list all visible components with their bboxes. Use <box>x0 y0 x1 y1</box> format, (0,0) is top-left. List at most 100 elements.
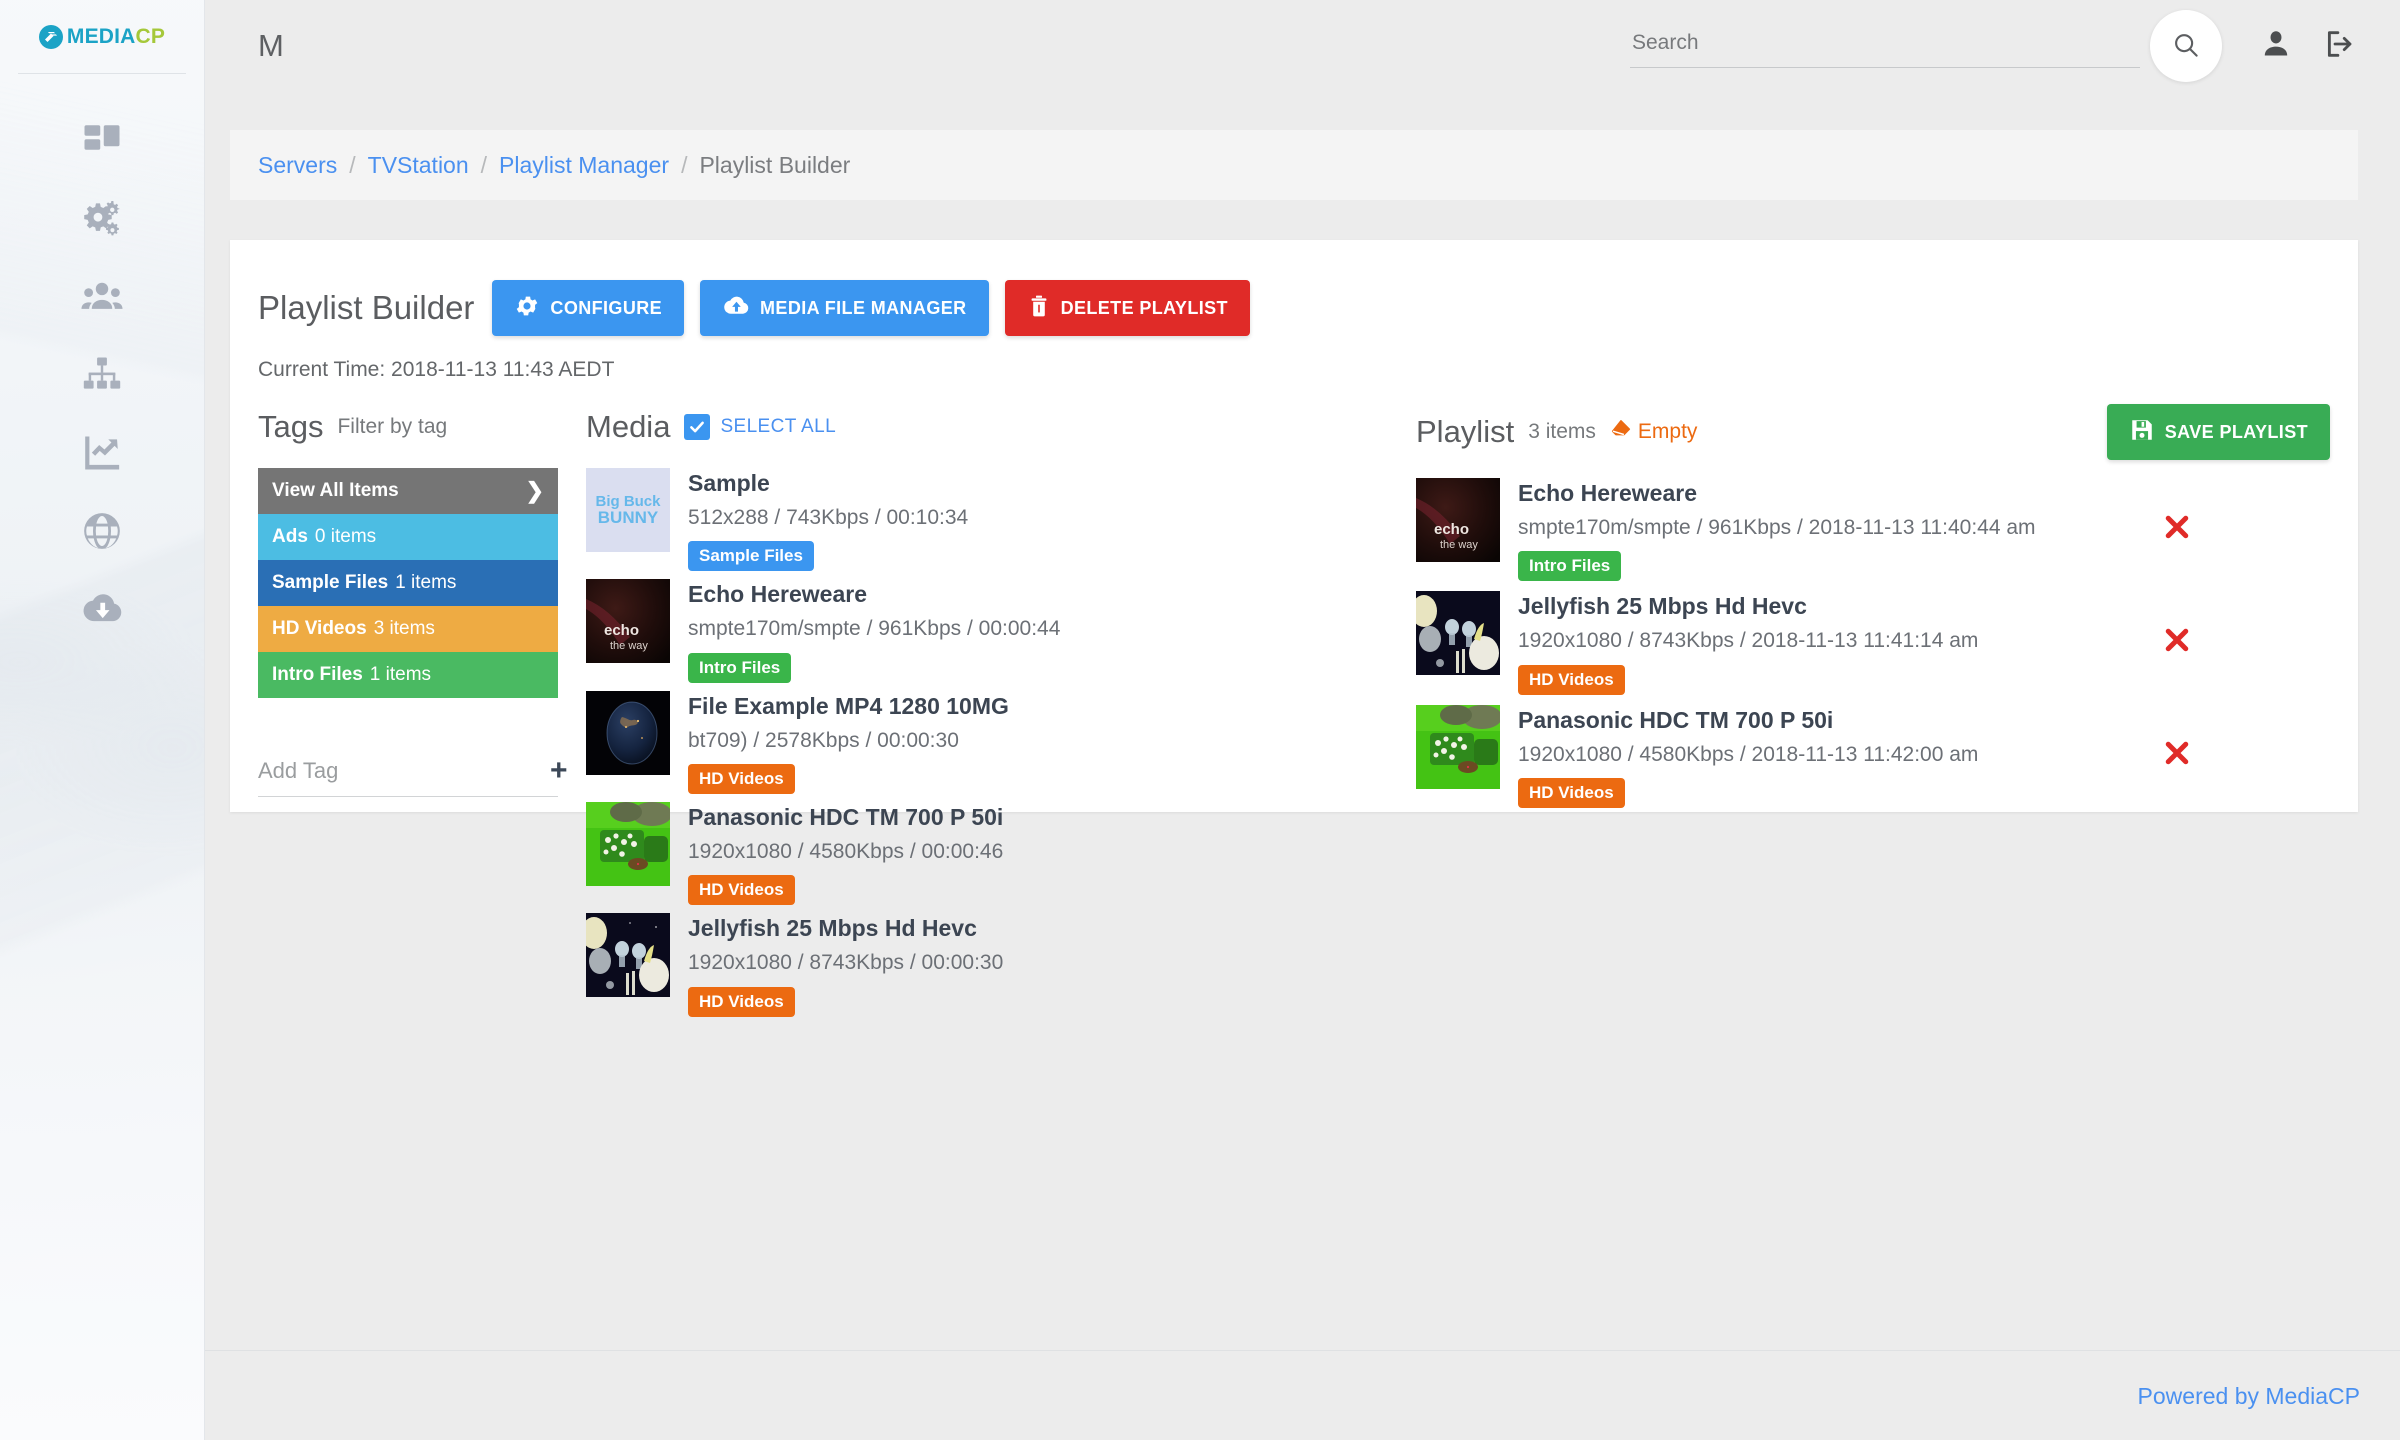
media-item-title: Echo Hereweare <box>688 581 867 608</box>
svg-text:the way: the way <box>1440 539 1478 551</box>
configure-button-label: CONFIGURE <box>550 297 663 318</box>
delete-playlist-button[interactable]: DELETE PLAYLIST <box>1004 280 1250 336</box>
media-list-item[interactable]: echo the way Echo Hereweare smpte170m/sm… <box>586 579 1388 683</box>
tag-count: 1 items <box>369 664 432 685</box>
sidebar-item-servers[interactable] <box>0 336 204 414</box>
chevron-right-icon: ❯ <box>525 478 544 503</box>
sidebar-item-downloads[interactable] <box>0 570 204 648</box>
profile-button[interactable] <box>2244 14 2308 78</box>
delete-playlist-button-label: DELETE PLAYLIST <box>1060 297 1228 318</box>
media-list-item[interactable]: Panasonic HDC TM 700 P 50i 1920x1080 / 4… <box>586 802 1388 906</box>
tag-view-all-items[interactable]: View All Items ❯ <box>258 468 558 514</box>
sidebar-item-users[interactable] <box>0 258 204 336</box>
svg-text:echo: echo <box>1434 521 1469 538</box>
media-item-meta: 1920x1080 / 8743Kbps / 00:00:30 <box>688 951 1004 975</box>
playlist-item-tag[interactable]: HD Videos <box>1518 664 1625 695</box>
users-group-icon <box>80 275 124 319</box>
footer-divider <box>205 1350 2400 1351</box>
media-list-item[interactable]: Big Buck BUNNY Sample 512x288 / 743Kbps … <box>586 468 1388 572</box>
tag-name: Sample Files <box>272 572 389 593</box>
sidebar-item-statistics[interactable] <box>0 414 204 492</box>
playlist-column: Playlist 3 items Empty SAVE PLAYLIST ech… <box>1388 404 2330 1025</box>
tag-name: Intro Files <box>272 664 363 685</box>
media-item-meta: 1920x1080 / 4580Kbps / 00:00:46 <box>688 840 1004 864</box>
breadcrumb: Servers / TVStation / Playlist Manager /… <box>230 130 2358 200</box>
playlist-item-tag[interactable]: Intro Files <box>1518 551 1622 582</box>
playlist-list-item[interactable]: echo the way Echo Hereweare smpte170m/sm… <box>1416 478 2330 582</box>
media-item-tag[interactable]: HD Videos <box>688 764 795 795</box>
tag-item-sample-files[interactable]: Sample Files 1 items <box>258 560 558 606</box>
playlist-item-title: Jellyfish 25 Mbps Hd Hevc <box>1518 593 1807 620</box>
sidebar-item-network[interactable] <box>0 492 204 570</box>
media-item-tag[interactable]: HD Videos <box>688 986 795 1017</box>
media-item-tag[interactable]: Sample Files <box>688 541 814 572</box>
remove-playlist-item-button[interactable] <box>2154 625 2200 661</box>
tags-subheading: Filter by tag <box>337 415 448 438</box>
playlist-item-meta: 1920x1080 / 4580Kbps / 2018-11-13 11:42:… <box>1518 742 1979 766</box>
empty-playlist-button[interactable]: Empty <box>1610 418 1697 446</box>
tag-name: HD Videos <box>272 618 367 639</box>
sidebar-item-dashboard[interactable] <box>0 102 204 180</box>
breadcrumb-separator: / <box>681 151 688 178</box>
trash-icon <box>1027 293 1051 324</box>
svg-text:echo: echo <box>604 622 639 639</box>
mediacp-logo-icon <box>38 24 63 49</box>
mushrooms-grass-thumbnail <box>1416 704 1500 789</box>
media-item-meta: 512x288 / 743Kbps / 00:10:34 <box>688 506 969 529</box>
svg-text:the way: the way <box>610 640 648 652</box>
tag-count: 3 items <box>373 618 435 639</box>
media-list-item[interactable]: Jellyfish 25 Mbps Hd Hevc 1920x1080 / 87… <box>586 913 1388 1017</box>
jellyfish-thumbnail <box>586 913 670 998</box>
playlist-builder-card: Playlist Builder CONFIGURE MEDIA FILE MA… <box>230 240 2358 1017</box>
chart-line-up-icon <box>81 432 123 474</box>
media-file-manager-button[interactable]: MEDIA FILE MANAGER <box>700 280 989 336</box>
dashboard-grid-icon <box>81 120 123 162</box>
card-header: Playlist Builder CONFIGURE MEDIA FILE MA… <box>230 240 2358 336</box>
remove-playlist-item-button[interactable] <box>2154 738 2200 774</box>
powered-by-link[interactable]: Powered by MediaCP <box>2138 1383 2360 1410</box>
logout-button[interactable] <box>2308 14 2372 78</box>
sitemap-hierarchy-icon <box>81 354 123 396</box>
cloud-download-icon <box>80 587 124 631</box>
user-icon <box>2260 28 2292 65</box>
search-input[interactable] <box>1630 24 2140 68</box>
media-file-manager-button-label: MEDIA FILE MANAGER <box>760 297 967 318</box>
playlist-list-item[interactable]: Jellyfish 25 Mbps Hd Hevc 1920x1080 / 87… <box>1416 591 2330 695</box>
app-title: M <box>258 28 284 63</box>
media-item-tag[interactable]: HD Videos <box>688 875 795 906</box>
save-playlist-button[interactable]: SAVE PLAYLIST <box>2106 404 2330 460</box>
brand-logo[interactable]: MEDIACP <box>18 0 186 74</box>
breadcrumb-item-playlist-manager[interactable]: Playlist Manager <box>499 152 669 179</box>
select-all-checkbox[interactable] <box>684 414 711 440</box>
tag-item-intro-files[interactable]: Intro Files 1 items <box>258 652 558 698</box>
playlist-list-item[interactable]: Panasonic HDC TM 700 P 50i 1920x1080 / 4… <box>1416 704 2330 809</box>
gears-settings-icon <box>80 197 124 241</box>
configure-button[interactable]: CONFIGURE <box>492 280 685 336</box>
media-column: Media SELECT ALL Big Buck BUNNY Sample 5… <box>558 404 1388 1025</box>
echo-the-way-thumbnail: echo the way <box>1416 478 1500 562</box>
media-item-tag[interactable]: Intro Files <box>688 652 792 683</box>
breadcrumb-current: Playlist Builder <box>699 151 851 178</box>
media-list-item[interactable]: File Example MP4 1280 10MG bt709) / 2578… <box>586 690 1388 795</box>
breadcrumb-item-servers[interactable]: Servers <box>258 152 337 179</box>
tag-item-hd-videos[interactable]: HD Videos 3 items <box>258 606 558 652</box>
tag-item-ads[interactable]: Ads 0 items <box>258 514 558 560</box>
sidebar-item-settings[interactable] <box>0 180 204 258</box>
remove-playlist-item-button[interactable] <box>2154 512 2200 548</box>
tag-view-all-label: View All Items <box>272 480 399 501</box>
select-all-label: SELECT ALL <box>720 416 837 437</box>
tags-header: Tags Filter by tag <box>258 404 558 450</box>
sidebar: MEDIACP <box>0 0 205 1440</box>
playlist-item-meta: smpte170m/smpte / 961Kbps / 2018-11-13 1… <box>1518 516 2036 539</box>
svg-text:BUNNY: BUNNY <box>598 508 659 527</box>
breadcrumb-separator: / <box>480 151 488 178</box>
breadcrumb-item-tvstation[interactable]: TVStation <box>368 152 469 179</box>
playlist-item-meta: 1920x1080 / 8743Kbps / 2018-11-13 11:41:… <box>1518 629 1979 653</box>
add-tag-input[interactable] <box>258 758 546 784</box>
add-tag-row: + <box>258 756 568 797</box>
playlist-item-tag[interactable]: HD Videos <box>1518 778 1625 809</box>
search-button[interactable] <box>2150 10 2222 82</box>
brand-name-primary: MEDIA <box>66 24 136 48</box>
tags-column: Tags Filter by tag View All Items ❯ Ads … <box>258 404 568 1025</box>
select-all-control[interactable]: SELECT ALL <box>684 414 836 440</box>
